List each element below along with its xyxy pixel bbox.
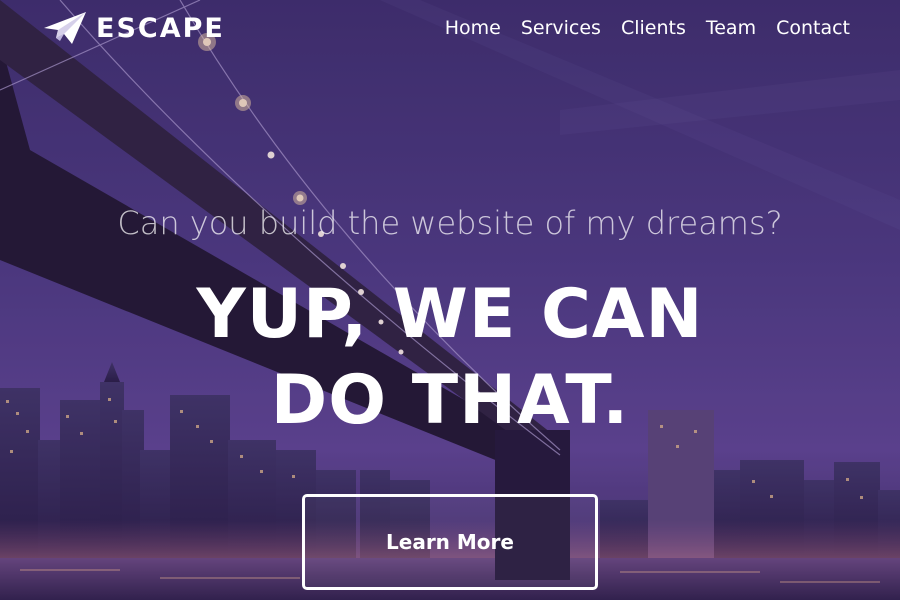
learn-more-button[interactable]: Learn More [302,494,598,590]
nav-menu: Home Services Clients Team Contact [445,13,850,43]
nav-item-services[interactable]: Services [521,13,601,43]
nav-item-home[interactable]: Home [445,13,501,43]
hero-headline-line-1: YUP, WE CAN [196,275,704,354]
hero-section: ESCAPE Home Services Clients Team Contac… [0,0,900,600]
paper-plane-icon [44,12,86,44]
brand-logo[interactable]: ESCAPE [42,10,225,48]
hero-subheading: Can you build the website of my dreams? [117,204,783,242]
nav-item-team[interactable]: Team [706,13,756,43]
top-navigation: ESCAPE Home Services Clients Team Contac… [0,0,900,56]
hero-headline-line-2: DO THAT. [270,361,630,440]
nav-item-clients[interactable]: Clients [621,13,686,43]
brand-name: ESCAPE [96,13,225,44]
hero-headline: YUP, WE CAN DO THAT. [150,272,750,444]
nav-item-contact[interactable]: Contact [776,13,850,43]
